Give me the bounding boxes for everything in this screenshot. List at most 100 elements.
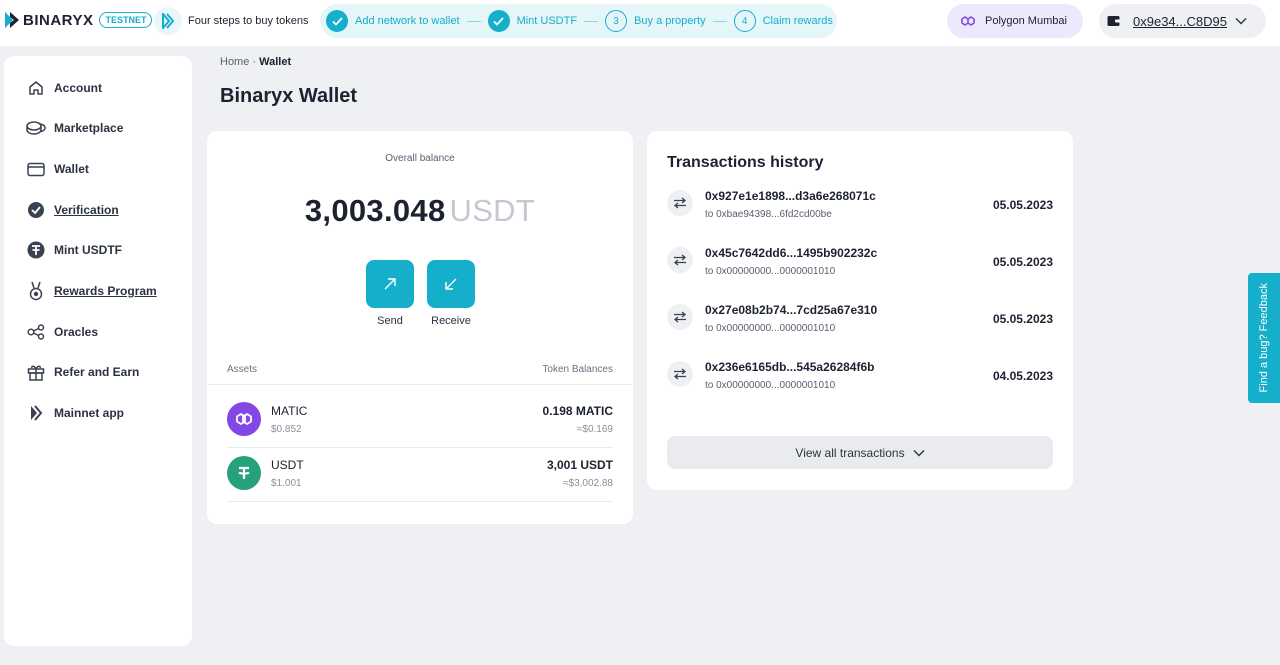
binaryx-steps-icon — [154, 7, 182, 35]
step-number: 3 — [605, 10, 628, 32]
arrow-down-left-icon — [445, 278, 457, 290]
step-add-network[interactable]: Add network to wallet — [326, 10, 460, 32]
sidebar-item-label: Marketplace — [54, 121, 124, 135]
home-icon — [26, 78, 46, 98]
transaction-recipient: to 0x00000000...0000001010 — [705, 380, 835, 391]
step-label: Mint USDTF — [516, 15, 578, 27]
check-icon — [326, 10, 348, 32]
sidebar-item-label: Mainnet app — [54, 406, 125, 420]
step-divider — [584, 20, 599, 22]
sidebar-item-label: Rewards Program — [54, 284, 157, 298]
step-label: Claim rewards — [762, 15, 833, 27]
sidebar-item-verification[interactable]: Verification — [26, 200, 119, 220]
send-button[interactable] — [366, 260, 414, 308]
sidebar-item-refer-and-earn[interactable]: Refer and Earn — [26, 362, 139, 382]
view-all-label: View all transactions — [795, 445, 905, 460]
to-prefix: to — [705, 266, 714, 277]
sidebar-item-label: Verification — [54, 203, 119, 217]
step-label: Buy a property — [634, 15, 706, 27]
logo-text: BINARYX — [23, 11, 94, 29]
testnet-badge: TESTNET — [99, 12, 153, 28]
polygon-icon — [961, 16, 975, 26]
step-label: Add network to wallet — [355, 15, 460, 27]
divider — [207, 384, 633, 385]
network-selector[interactable]: Polygon Mumbai — [947, 4, 1083, 38]
transaction-row[interactable]: 0x27e08b2b74...7cd25a67e310 to 0x0000000… — [667, 303, 1053, 343]
network-name: Polygon Mumbai — [985, 15, 1067, 27]
sidebar-item-wallet[interactable]: Wallet — [26, 159, 89, 179]
sidebar: Account Marketplace Wallet Verification … — [4, 56, 192, 646]
transfer-arrows-icon — [667, 190, 693, 216]
page-title: Binaryx Wallet — [220, 85, 358, 107]
sidebar-item-mainnet-app[interactable]: Mainnet app — [26, 403, 124, 423]
sidebar-item-rewards-program[interactable]: Rewards Program — [26, 281, 157, 301]
binaryx-logo[interactable]: BINARYX TESTNET — [4, 10, 153, 30]
sidebar-item-marketplace[interactable]: Marketplace — [26, 118, 123, 138]
step-mint-usdtf[interactable]: Mint USDTF — [487, 10, 578, 32]
asset-usd-value: ≈$0.169 — [576, 424, 613, 435]
receive-label: Receive — [431, 315, 471, 327]
recipient-address: 0x00000000...0000001010 — [716, 323, 836, 334]
wallet-address-button[interactable]: 0x9e34...C8D95 — [1099, 4, 1266, 38]
sidebar-item-label: Account — [54, 81, 102, 95]
step-number: 4 — [733, 10, 756, 32]
breadcrumb-separator: · — [252, 56, 257, 68]
token-balances-column-header: Token Balances — [542, 364, 613, 375]
breadcrumb-home[interactable]: Home — [220, 56, 249, 68]
chevron-down-icon — [913, 449, 925, 456]
binaryx-logo-icon — [5, 12, 19, 28]
balance-card: Overall balance 3,003.048 USDT Send Recei… — [207, 131, 633, 524]
sidebar-item-label: Oracles — [54, 325, 99, 339]
transaction-recipient: to 0xbae94398...6fd2cd00be — [705, 209, 832, 220]
asset-name: USDT — [271, 458, 304, 472]
transaction-row[interactable]: 0x45c7642dd6...1495b902232c to 0x0000000… — [667, 246, 1053, 286]
polygon-icon — [227, 402, 261, 436]
transaction-recipient: to 0x00000000...0000001010 — [705, 266, 835, 277]
wallet-address: 0x9e34...C8D95 — [1133, 13, 1227, 29]
top-bar: BINARYX TESTNET Four steps to buy tokens… — [0, 0, 1280, 46]
sidebar-item-label: Mint USDTF — [54, 243, 122, 257]
send-label: Send — [377, 315, 403, 327]
asset-name: MATIC — [271, 404, 308, 418]
binaryx-logo-icon — [26, 403, 46, 423]
step-claim-rewards[interactable]: 4 Claim rewards — [733, 10, 833, 32]
assets-column-header: Assets — [227, 364, 258, 375]
transaction-recipient: to 0x00000000...0000001010 — [705, 323, 835, 334]
feedback-tab[interactable]: Find a bug? Feedback — [1248, 273, 1280, 403]
recipient-address: 0x00000000...0000001010 — [716, 380, 836, 391]
balance-amount: 3,003.048 — [304, 193, 446, 228]
transaction-hash[interactable]: 0x27e08b2b74...7cd25a67e310 — [705, 303, 877, 317]
send-action: Send — [366, 260, 414, 327]
transaction-row[interactable]: 0x236e6165db...545a26284f6b to 0x0000000… — [667, 360, 1053, 400]
steps-intro[interactable]: Four steps to buy tokens — [154, 5, 308, 37]
gift-icon — [26, 362, 46, 382]
asset-row-matic[interactable]: MATIC $0.852 0.198 MATIC ≈$0.169 — [227, 394, 613, 448]
recipient-address: 0xbae94398...6fd2cd00be — [716, 209, 832, 220]
onboarding-steps: Add network to wallet Mint USDTF 3 Buy a… — [320, 4, 837, 38]
step-buy-property[interactable]: 3 Buy a property — [605, 10, 706, 32]
receive-button[interactable] — [427, 260, 475, 308]
overall-balance-label: Overall balance — [385, 153, 455, 164]
sidebar-item-label: Refer and Earn — [54, 365, 140, 379]
to-prefix: to — [705, 380, 714, 391]
sidebar-item-mint-usdtf[interactable]: Mint USDTF — [26, 240, 122, 260]
transaction-row[interactable]: 0x927e1e1898...d3a6e268071c to 0xbae9439… — [667, 189, 1053, 229]
recipient-address: 0x00000000...0000001010 — [716, 266, 836, 277]
arrow-up-right-icon — [384, 278, 396, 290]
transactions-title: Transactions history — [667, 154, 824, 171]
transfer-arrows-icon — [667, 361, 693, 387]
transaction-date: 05.05.2023 — [992, 255, 1053, 269]
asset-row-usdt[interactable]: USDT $1.001 3,001 USDT ≈$3,002.88 — [227, 448, 613, 502]
view-all-transactions-button[interactable]: View all transactions — [667, 436, 1053, 469]
receive-action: Receive — [427, 260, 475, 327]
transaction-hash[interactable]: 0x927e1e1898...d3a6e268071c — [705, 189, 876, 203]
transactions-card: Transactions history 0x927e1e1898...d3a6… — [647, 131, 1073, 490]
sidebar-item-account[interactable]: Account — [26, 78, 102, 98]
feedback-label: Find a bug? Feedback — [1258, 283, 1270, 393]
transaction-hash[interactable]: 0x236e6165db...545a26284f6b — [705, 360, 874, 374]
coins-icon — [26, 118, 46, 138]
check-icon — [487, 10, 510, 32]
transaction-hash[interactable]: 0x45c7642dd6...1495b902232c — [705, 246, 877, 260]
assets-header: Assets Token Balances — [227, 364, 613, 375]
sidebar-item-oracles[interactable]: Oracles — [26, 322, 98, 342]
